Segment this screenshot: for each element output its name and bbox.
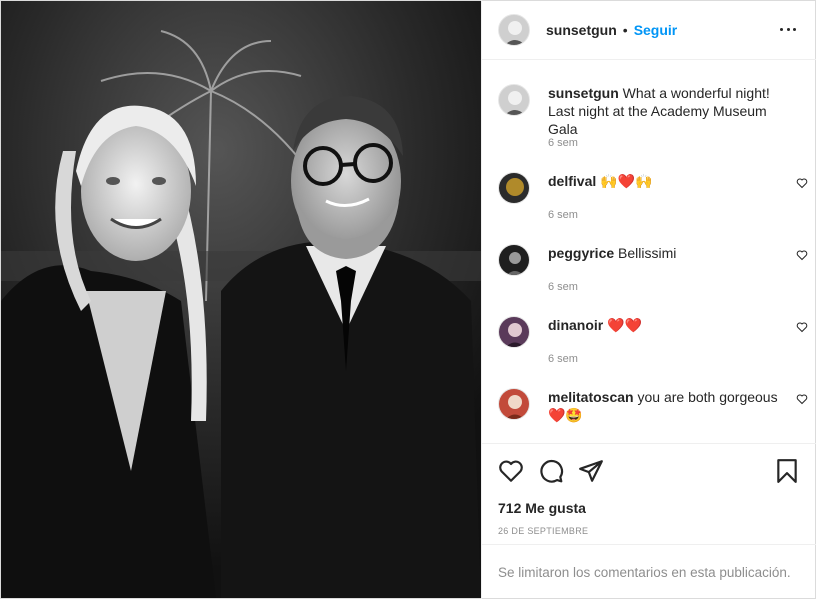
photo-illustration: [1, 1, 481, 598]
comment-body: melitatoscan you are both gorgeous ❤️🤩: [548, 388, 788, 424]
post-side-panel: sunsetgun • Seguir sunsetgun What a wond…: [481, 0, 816, 599]
like-comment-icon[interactable]: [796, 177, 808, 189]
comment-body: delfival 🙌❤️🙌: [548, 172, 788, 190]
comment-time[interactable]: 6 sem: [548, 281, 578, 293]
post-date[interactable]: 26 de septiembre: [498, 526, 588, 536]
comment-avatar[interactable]: [498, 244, 530, 276]
comment-text: ❤️❤️: [607, 317, 642, 333]
comments-list[interactable]: sunsetgun What a wonderful night! Last n…: [482, 61, 816, 443]
comment-avatar[interactable]: [498, 388, 530, 420]
caption-username[interactable]: sunsetgun: [548, 85, 619, 101]
post-photo[interactable]: [1, 1, 481, 598]
author-username[interactable]: sunsetgun: [546, 22, 617, 38]
comment-avatar[interactable]: [498, 316, 530, 348]
comment-text: 🙌❤️🙌: [600, 173, 653, 189]
comments-limited-notice: Se limitaron los comentarios en esta pub…: [482, 544, 816, 599]
like-comment-icon[interactable]: [796, 393, 808, 405]
follow-button[interactable]: Seguir: [634, 22, 678, 38]
more-options-icon[interactable]: [780, 21, 796, 37]
action-icons-row: [498, 458, 798, 486]
bookmark-icon[interactable]: [774, 458, 800, 484]
share-icon[interactable]: [578, 458, 604, 484]
heart-icon[interactable]: [498, 458, 524, 484]
comment-body: dinanoir ❤️❤️: [548, 316, 788, 334]
caption-body: sunsetgun What a wonderful night! Last n…: [548, 84, 788, 138]
comment-username[interactable]: peggyrice: [548, 245, 614, 261]
comment-text: Bellissimi: [618, 245, 677, 261]
like-comment-icon[interactable]: [796, 321, 808, 333]
comment-avatar[interactable]: [498, 172, 530, 204]
author-avatar[interactable]: [498, 13, 530, 46]
like-comment-icon[interactable]: [796, 249, 808, 261]
caption-time[interactable]: 6 sem: [548, 137, 578, 149]
comment-username[interactable]: dinanoir: [548, 317, 603, 333]
comment-icon[interactable]: [538, 458, 564, 484]
comment-time[interactable]: 6 sem: [548, 209, 578, 221]
comment-username[interactable]: melitatoscan: [548, 389, 634, 405]
separator-dot: •: [622, 21, 628, 38]
post-actions: 712 Me gusta 26 de septiembre Se limitar…: [482, 443, 816, 599]
comment-username[interactable]: delfival: [548, 173, 596, 189]
likes-count[interactable]: 712 Me gusta: [498, 500, 586, 516]
comment-time[interactable]: 6 sem: [548, 353, 578, 365]
caption-avatar[interactable]: [498, 84, 530, 116]
post-header: sunsetgun • Seguir: [482, 0, 816, 60]
comment-body: peggyrice Bellissimi: [548, 244, 788, 262]
